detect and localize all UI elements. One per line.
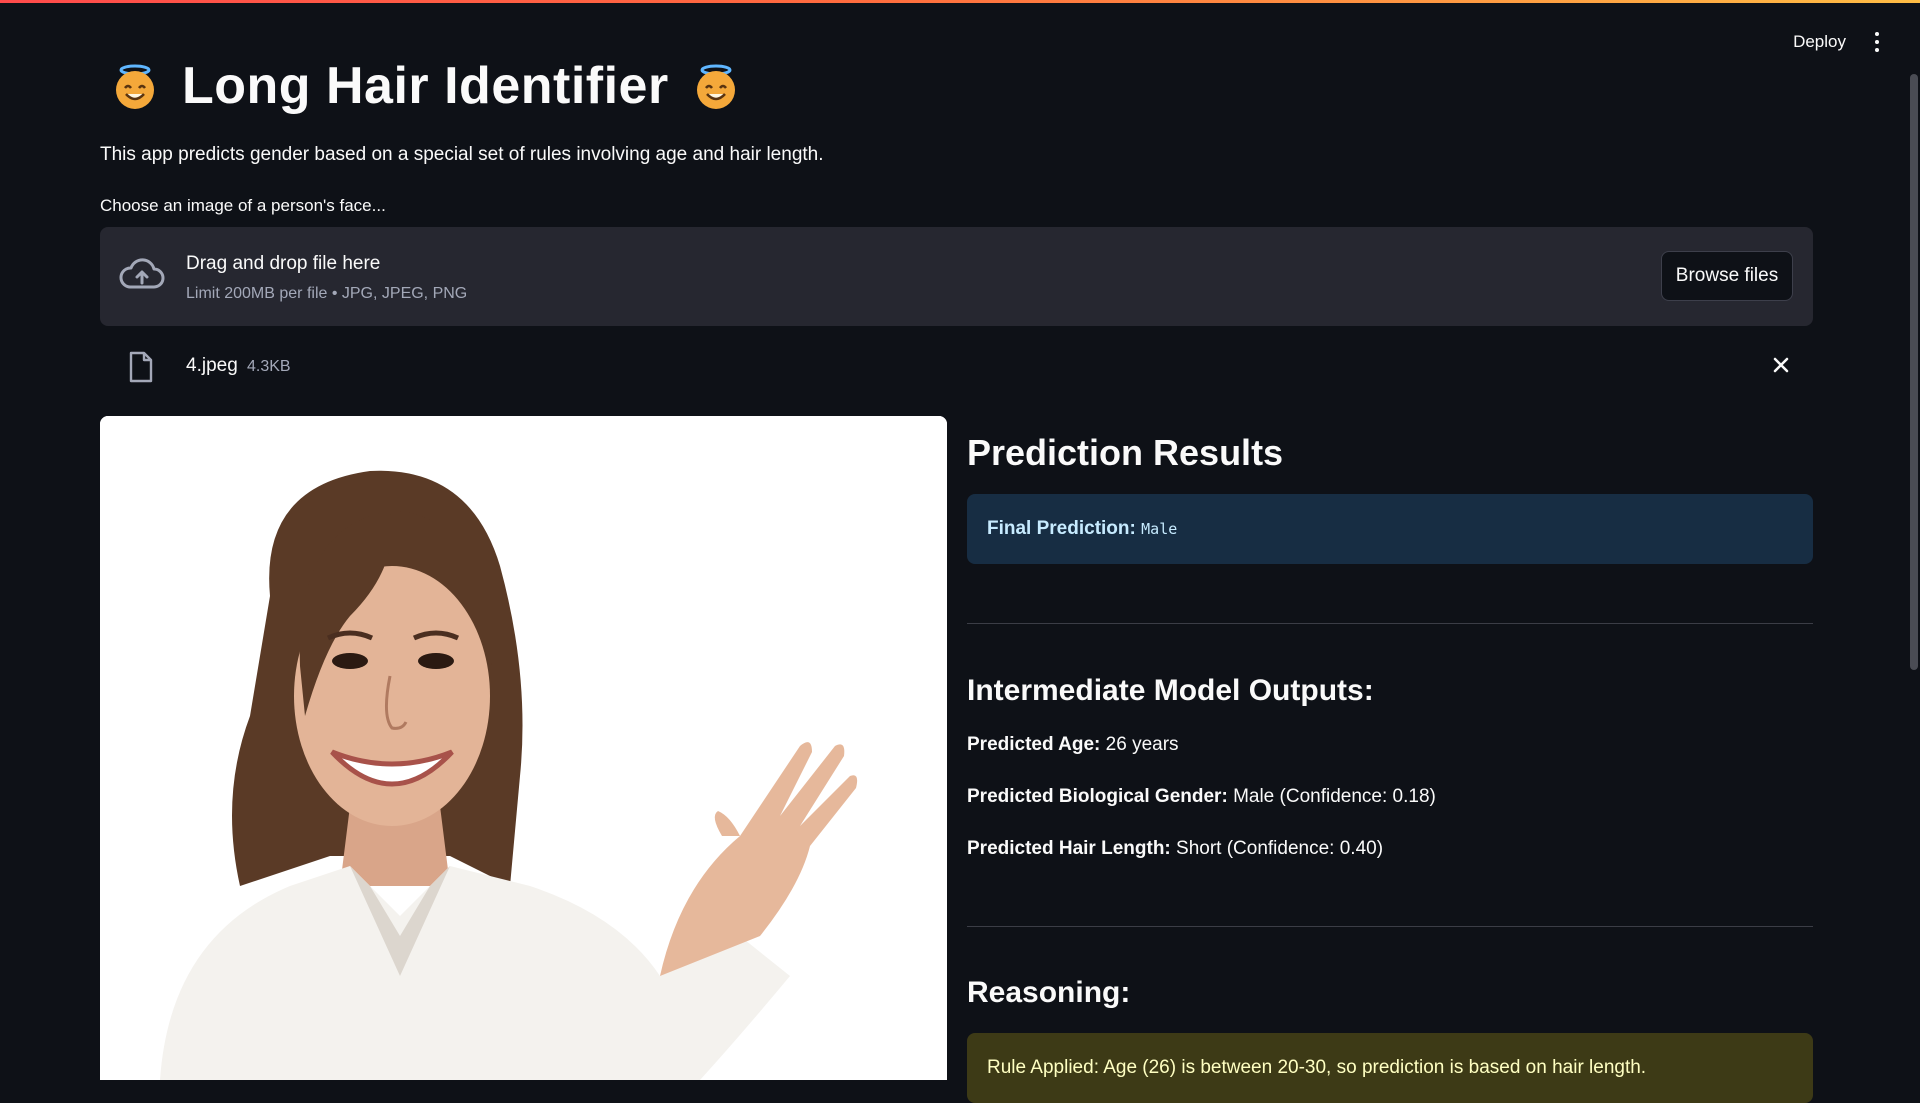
halo-face-emoji-icon bbox=[116, 64, 154, 109]
final-prediction-text: Final Prediction: Male bbox=[987, 518, 1177, 540]
predicted-gender-row: Predicted Biological Gender: Male (Confi… bbox=[967, 786, 1436, 808]
intermediate-outputs-heading: Intermediate Model Outputs: bbox=[967, 674, 1374, 707]
app-description: This app predicts gender based on a spec… bbox=[100, 144, 824, 165]
more-vertical-icon[interactable] bbox=[1868, 30, 1886, 54]
rule-applied-text: Rule Applied: Age (26) is between 20-30,… bbox=[987, 1057, 1647, 1078]
reasoning-heading: Reasoning: bbox=[967, 976, 1131, 1009]
browse-files-button[interactable]: Browse files bbox=[1661, 251, 1793, 301]
dropzone-limit-text: Limit 200MB per file • JPG, JPEG, PNG bbox=[186, 285, 468, 302]
predicted-age-value: 26 years bbox=[1105, 734, 1179, 755]
divider bbox=[967, 623, 1813, 624]
predicted-age-row: Predicted Age: 26 years bbox=[967, 734, 1179, 756]
final-prediction-label: Final Prediction: bbox=[987, 518, 1136, 539]
predicted-age-label: Predicted Age: bbox=[967, 734, 1101, 755]
uploader-label: Choose an image of a person's face... bbox=[100, 196, 386, 215]
portrait-photo bbox=[100, 416, 947, 1080]
scrollbar[interactable] bbox=[1910, 74, 1918, 670]
header-toolbar: Deploy bbox=[1793, 30, 1886, 54]
halo-face-emoji-icon bbox=[696, 64, 735, 109]
dropzone-instruction: Drag and drop file here bbox=[186, 253, 381, 274]
uploaded-file-size: 4.3KB bbox=[247, 358, 291, 375]
uploaded-image-preview bbox=[100, 416, 947, 1080]
page-title: Long Hair Identifier bbox=[182, 57, 669, 115]
deploy-button[interactable]: Deploy bbox=[1793, 32, 1846, 52]
predicted-gender-value: Male (Confidence: 0.18) bbox=[1233, 786, 1436, 807]
page-title-row: Long Hair Identifier bbox=[110, 56, 741, 116]
predicted-gender-label: Predicted Biological Gender: bbox=[967, 786, 1228, 807]
predicted-hair-row: Predicted Hair Length: Short (Confidence… bbox=[967, 838, 1383, 860]
final-prediction-value: Male bbox=[1141, 520, 1178, 538]
prediction-results-heading: Prediction Results bbox=[967, 432, 1284, 473]
rule-applied-box: Rule Applied: Age (26) is between 20-30,… bbox=[967, 1033, 1813, 1103]
predicted-hair-label: Predicted Hair Length: bbox=[967, 838, 1171, 859]
divider bbox=[967, 926, 1813, 927]
file-dropzone[interactable]: Drag and drop file here Limit 200MB per … bbox=[100, 227, 1813, 326]
uploaded-file-row: 4.jpeg 4.3KB bbox=[100, 345, 1813, 387]
predicted-hair-value: Short (Confidence: 0.40) bbox=[1176, 838, 1384, 859]
file-icon bbox=[129, 351, 153, 383]
top-accent-bar bbox=[0, 0, 1920, 3]
final-prediction-box: Final Prediction: Male bbox=[967, 494, 1813, 564]
close-icon[interactable] bbox=[1771, 355, 1791, 375]
uploaded-file-name: 4.jpeg bbox=[186, 355, 238, 376]
cloud-upload-icon bbox=[119, 258, 165, 289]
